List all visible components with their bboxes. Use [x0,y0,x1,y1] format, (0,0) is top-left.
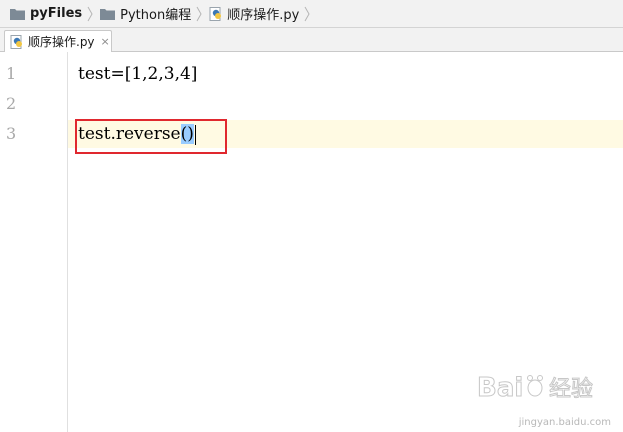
editor-tab-bar: 顺序操作.py × [0,28,623,52]
baidu-logo-icon: Bai 经验 [477,373,594,404]
tab-label: 顺序操作.py [28,35,95,49]
watermark-logo-text: Bai [477,373,523,403]
line-number: 2 [6,94,17,113]
watermark-url: jingyan.baidu.com [518,417,611,428]
breadcrumb-item-file[interactable]: 顺序操作.py [203,0,303,28]
chevron-right-icon [86,0,94,28]
annotation-highlight-box [75,119,227,154]
python-file-icon [10,34,24,49]
close-icon[interactable]: × [101,35,110,48]
folder-icon [10,8,25,20]
line-number: 1 [6,64,17,83]
breadcrumb-item-python[interactable]: Python编程 [94,0,195,28]
breadcrumb-label: Python编程 [120,8,192,23]
pycharm-window: pyFiles Python编程 顺序操作.py 顺序操作.py × 1 2 3… [0,0,623,432]
breadcrumb-label: pyFiles [30,6,83,21]
code-line[interactable]: test=[1,2,3,4] [78,59,197,89]
breadcrumb-item-pyfiles[interactable]: pyFiles [0,0,86,28]
line-number: 3 [6,124,17,143]
chevron-right-icon [195,0,203,28]
breadcrumb: pyFiles Python编程 顺序操作.py [0,0,623,28]
watermark-logo-suffix: 经验 [549,377,593,402]
folder-icon [100,8,116,20]
baidu-jingyan-watermark: Bai 经验 [475,366,615,414]
chevron-right-icon [303,0,311,28]
breadcrumb-label: 顺序操作.py [227,8,300,23]
tab-file[interactable]: 顺序操作.py × [4,30,112,52]
python-file-icon [209,6,223,21]
